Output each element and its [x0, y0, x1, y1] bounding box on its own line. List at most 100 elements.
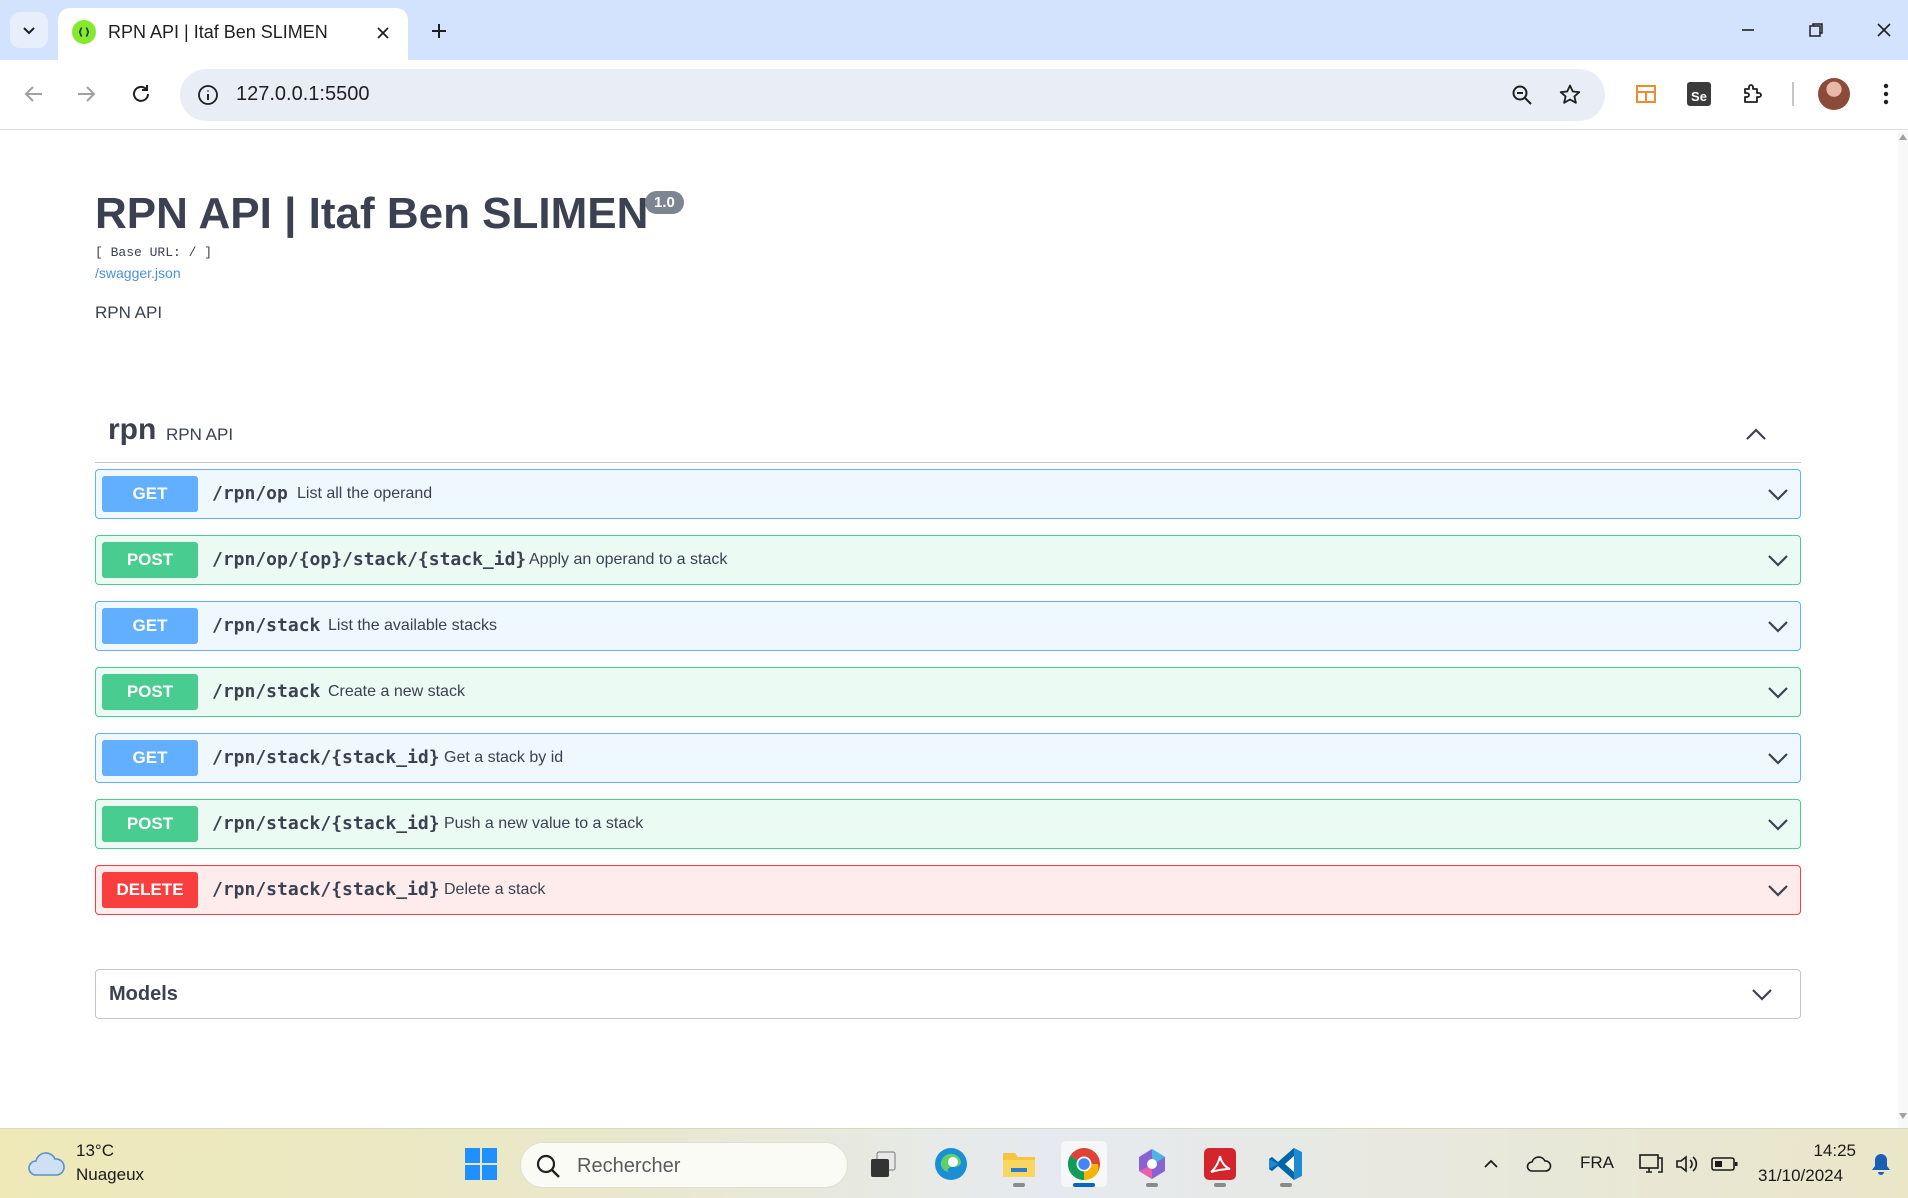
close-icon	[1877, 23, 1891, 37]
operation-path: /rpn/op/{op}/stack/{stack_id}	[212, 549, 527, 570]
acrobat-app[interactable]	[1197, 1141, 1243, 1187]
clock-date[interactable]: 31/10/2024	[1758, 1166, 1843, 1186]
forward-button[interactable]	[66, 74, 106, 114]
operation-post-rpn-stack-id[interactable]: POST /rpn/stack/{stack_id} Push a new va…	[95, 799, 1801, 849]
reload-button[interactable]	[121, 74, 161, 114]
restore-button[interactable]	[1796, 14, 1836, 46]
swagger-page: RPN API | Itaf Ben SLIMEN 1.0 [ Base URL…	[0, 131, 1908, 1128]
restore-icon	[1809, 23, 1823, 37]
vscode-app[interactable]	[1263, 1141, 1309, 1187]
browser-tab-bar: RPN API | Itaf Ben SLIMEN	[0, 0, 1908, 60]
copilot-icon	[1139, 1149, 1165, 1179]
chevron-down-icon[interactable]	[1764, 480, 1792, 508]
browser-menu-button[interactable]	[1866, 74, 1906, 114]
operation-post-rpn-op-stack[interactable]: POST /rpn/op/{op}/stack/{stack_id} Apply…	[95, 535, 1801, 585]
chevron-down-icon[interactable]	[1764, 678, 1792, 706]
operation-get-rpn-stack[interactable]: GET /rpn/stack List the available stacks	[95, 601, 1801, 651]
onedrive-icon[interactable]	[1524, 1149, 1554, 1179]
scroll-up-arrow-icon[interactable]	[1899, 134, 1907, 140]
api-info: RPN API | Itaf Ben SLIMEN 1.0 [ Base URL…	[95, 189, 684, 322]
new-tab-button[interactable]	[422, 14, 456, 48]
close-window-button[interactable]	[1864, 14, 1904, 46]
tab-close-button[interactable]	[370, 20, 396, 46]
url-text[interactable]: 127.0.0.1:5500	[236, 83, 369, 106]
weather-temperature[interactable]: 13°C	[76, 1141, 114, 1161]
copilot-app[interactable]	[1129, 1141, 1175, 1187]
operation-post-rpn-stack[interactable]: POST /rpn/stack Create a new stack	[95, 667, 1801, 717]
clock-time[interactable]: 14:25	[1810, 1141, 1856, 1161]
browser-toolbar: 127.0.0.1:5500 Se	[0, 60, 1908, 130]
bookmark-star-icon[interactable]	[1554, 79, 1586, 111]
arrow-right-icon	[78, 86, 96, 102]
chevron-down-icon[interactable]	[1748, 980, 1776, 1008]
taskbar-search[interactable]: Rechercher	[520, 1142, 848, 1188]
battery-icon[interactable]	[1710, 1149, 1740, 1179]
input-language[interactable]: FRA	[1580, 1153, 1614, 1173]
method-badge: POST	[102, 806, 198, 842]
chrome-icon	[1067, 1148, 1100, 1180]
tag-collapse-button[interactable]	[1741, 419, 1771, 449]
operation-path: /rpn/stack	[212, 615, 321, 636]
chevron-down-icon[interactable]	[1764, 744, 1792, 772]
edge-icon	[935, 1148, 967, 1180]
tab-search-button[interactable]	[10, 12, 48, 48]
toolbar-separator	[1792, 82, 1794, 106]
app-running-indicator	[1146, 1183, 1158, 1187]
back-button[interactable]	[14, 74, 54, 114]
close-icon	[377, 27, 389, 39]
file-explorer-app[interactable]	[996, 1141, 1042, 1187]
windows-taskbar: 13°C Nuageux Rechercher FRA 14:25 31/10/…	[0, 1128, 1908, 1198]
folder-icon	[1003, 1153, 1035, 1177]
tag-section-header[interactable]: rpn RPN API	[95, 401, 1801, 463]
operation-summary: Get a stack by id	[444, 749, 564, 766]
extensions-puzzle-icon[interactable]	[1733, 74, 1773, 114]
swagger-favicon-icon	[72, 20, 96, 44]
operation-summary: Apply an operand to a stack	[529, 551, 728, 568]
chevron-down-icon[interactable]	[1764, 546, 1792, 574]
selenium-extension-icon[interactable]: Se	[1679, 74, 1719, 114]
site-info-icon[interactable]	[194, 81, 222, 109]
minimize-button[interactable]	[1728, 14, 1768, 46]
method-badge: POST	[102, 542, 198, 578]
page-scrollbar[interactable]	[1898, 131, 1908, 1128]
weather-condition[interactable]: Nuageux	[76, 1165, 144, 1185]
task-view-button[interactable]	[860, 1141, 906, 1187]
extension-layout-icon[interactable]	[1626, 74, 1666, 114]
chevron-down-icon[interactable]	[1764, 876, 1792, 904]
operation-get-rpn-op[interactable]: GET /rpn/op List all the operand	[95, 469, 1801, 519]
notification-bell-icon[interactable]	[1866, 1149, 1896, 1179]
address-bar[interactable]: 127.0.0.1:5500	[180, 69, 1605, 121]
browser-tab[interactable]: RPN API | Itaf Ben SLIMEN	[58, 8, 408, 60]
start-button[interactable]	[458, 1141, 504, 1187]
method-badge: GET	[102, 740, 198, 776]
tag-name: rpn	[108, 413, 157, 446]
models-section[interactable]: Models	[95, 969, 1801, 1019]
operation-delete-rpn-stack-id[interactable]: DELETE /rpn/stack/{stack_id} Delete a st…	[95, 865, 1801, 915]
reload-icon	[133, 85, 149, 102]
swagger-json-link[interactable]: /swagger.json	[95, 265, 181, 281]
search-placeholder: Rechercher	[577, 1155, 681, 1177]
chevron-down-icon[interactable]	[1764, 612, 1792, 640]
operation-summary: List the available stacks	[328, 617, 497, 634]
edge-app[interactable]	[928, 1141, 974, 1187]
vscode-icon	[1269, 1148, 1302, 1180]
operation-path: /rpn/stack	[212, 681, 321, 702]
show-hidden-icons-button[interactable]	[1476, 1149, 1506, 1179]
operation-get-rpn-stack-id[interactable]: GET /rpn/stack/{stack_id} Get a stack by…	[95, 733, 1801, 783]
chevron-up-icon	[1484, 1159, 1498, 1168]
operation-path: /rpn/stack/{stack_id}	[212, 747, 440, 768]
api-title: RPN API | Itaf Ben SLIMEN	[95, 189, 649, 238]
cloud-weather-icon[interactable]	[26, 1147, 66, 1181]
volume-icon[interactable]	[1672, 1149, 1702, 1179]
method-badge: GET	[102, 476, 198, 512]
chevron-down-icon[interactable]	[1764, 810, 1792, 838]
chrome-app[interactable]	[1061, 1141, 1107, 1187]
app-active-indicator	[1073, 1183, 1095, 1187]
profile-avatar[interactable]	[1818, 78, 1850, 110]
zoom-icon[interactable]	[1506, 79, 1538, 111]
acrobat-icon	[1204, 1148, 1236, 1180]
network-icon[interactable]	[1636, 1149, 1666, 1179]
app-running-indicator	[1214, 1183, 1226, 1187]
svg-text:Se: Se	[1691, 89, 1707, 104]
scroll-down-arrow-icon[interactable]	[1899, 1113, 1907, 1119]
